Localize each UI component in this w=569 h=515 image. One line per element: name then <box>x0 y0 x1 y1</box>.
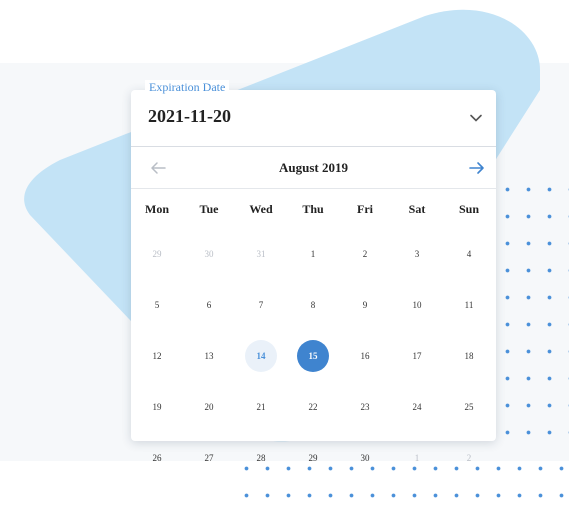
day-number: 13 <box>204 350 214 361</box>
day-cell[interactable]: 16 <box>339 330 391 381</box>
calendar-week-row: 12 13 14 15 16 17 18 <box>131 330 496 381</box>
expiration-date-field[interactable]: Expiration Date 2021-11-20 <box>131 80 496 147</box>
day-cell[interactable]: 17 <box>391 330 443 381</box>
month-title: August 2019 <box>279 160 348 175</box>
day-number: 14 <box>245 339 277 372</box>
day-cell[interactable]: 10 <box>391 279 443 330</box>
day-cell[interactable]: 3 <box>391 228 443 279</box>
day-number: 18 <box>464 350 474 361</box>
date-picker-card: Expiration Date 2021-11-20 August 2019 M… <box>131 80 496 463</box>
weekday-tue: Tue <box>199 201 219 216</box>
day-number: 1 <box>414 452 420 463</box>
day-number: 11 <box>464 299 474 310</box>
day-number: 5 <box>154 299 160 310</box>
day-number: 30 <box>360 452 370 463</box>
day-cell[interactable]: 12 <box>131 330 183 381</box>
day-cell[interactable]: 29 <box>287 432 339 483</box>
month-navigation: August 2019 <box>131 148 496 189</box>
day-number: 29 <box>308 452 318 463</box>
weekday-header-row: Mon Tue Wed Thu Fri Sat Sun <box>131 190 496 228</box>
day-cell[interactable]: 6 <box>183 279 235 330</box>
day-number: 7 <box>258 299 264 310</box>
day-number: 16 <box>360 350 370 361</box>
day-number: 2 <box>362 248 368 259</box>
day-cell[interactable]: 1 <box>391 432 443 483</box>
day-number: 4 <box>466 248 472 259</box>
day-number: 23 <box>360 401 370 412</box>
weekday-fri: Fri <box>357 201 373 216</box>
expiration-date-label: Expiration Date <box>145 80 230 95</box>
weekday-sat: Sat <box>408 201 426 216</box>
day-number: 28 <box>256 452 266 463</box>
day-number: 12 <box>152 350 162 361</box>
day-number: 10 <box>412 299 422 310</box>
day-number: 8 <box>310 299 316 310</box>
day-number: 26 <box>152 452 162 463</box>
day-cell[interactable]: 7 <box>235 279 287 330</box>
day-cell[interactable]: 4 <box>443 228 495 279</box>
day-cell[interactable]: 8 <box>287 279 339 330</box>
day-cell[interactable]: 30 <box>339 432 391 483</box>
day-cell[interactable]: 25 <box>443 381 495 432</box>
day-cell[interactable]: 2 <box>339 228 391 279</box>
weekday-mon: Mon <box>145 201 169 216</box>
arrow-right-icon[interactable] <box>468 160 486 176</box>
day-number: 3 <box>414 248 420 259</box>
day-number: 6 <box>206 299 212 310</box>
day-number: 21 <box>256 401 266 412</box>
day-number: 22 <box>308 401 318 412</box>
day-number: 9 <box>362 299 368 310</box>
day-number: 19 <box>152 401 162 412</box>
weekday-sun: Sun <box>458 201 480 216</box>
day-cell[interactable]: 30 <box>183 228 235 279</box>
day-number: 27 <box>204 452 214 463</box>
day-cell[interactable]: 18 <box>443 330 495 381</box>
day-cell[interactable]: 24 <box>391 381 443 432</box>
calendar-week-row: 19 20 21 22 23 24 25 <box>131 381 496 432</box>
day-number: 2 <box>466 452 472 463</box>
day-cell[interactable]: 31 <box>235 228 287 279</box>
day-cell[interactable]: 28 <box>235 432 287 483</box>
day-number: 30 <box>204 248 214 259</box>
dot-pattern-right <box>497 176 569 456</box>
day-number: 29 <box>152 248 162 259</box>
day-cell-today[interactable]: 14 <box>235 330 287 381</box>
day-number: 25 <box>464 401 474 412</box>
day-cell[interactable]: 9 <box>339 279 391 330</box>
day-cell[interactable]: 26 <box>131 432 183 483</box>
day-number: 1 <box>310 248 316 259</box>
chevron-down-icon[interactable] <box>468 110 484 126</box>
day-cell[interactable]: 23 <box>339 381 391 432</box>
day-number: 17 <box>412 350 422 361</box>
day-number: 15 <box>297 339 329 372</box>
day-cell[interactable]: 21 <box>235 381 287 432</box>
calendar-grid: Mon Tue Wed Thu Fri Sat Sun 29 30 31 1 2 3 4 5 6… <box>131 190 496 483</box>
calendar-week-row: 5 6 7 8 9 10 11 <box>131 279 496 330</box>
day-number: 24 <box>412 401 422 412</box>
day-cell[interactable]: 2 <box>443 432 495 483</box>
weekday-thu: Thu <box>302 201 324 216</box>
day-cell[interactable]: 20 <box>183 381 235 432</box>
day-cell[interactable]: 27 <box>183 432 235 483</box>
expiration-date-value[interactable]: 2021-11-20 <box>148 106 231 127</box>
day-number: 20 <box>204 401 214 412</box>
day-number: 31 <box>256 248 266 259</box>
day-cell-selected[interactable]: 15 <box>287 330 339 381</box>
day-cell[interactable]: 5 <box>131 279 183 330</box>
calendar-week-row: 26 27 28 29 30 1 2 <box>131 432 496 483</box>
day-cell[interactable]: 22 <box>287 381 339 432</box>
day-cell[interactable]: 1 <box>287 228 339 279</box>
day-cell[interactable]: 13 <box>183 330 235 381</box>
calendar-week-row: 29 30 31 1 2 3 4 <box>131 228 496 279</box>
day-cell[interactable]: 11 <box>443 279 495 330</box>
calendar-weeks: 29 30 31 1 2 3 4 5 6 7 8 9 10 11 12 13 14 15 16 17 18 19 20 21 2… <box>131 228 496 483</box>
day-cell[interactable]: 19 <box>131 381 183 432</box>
day-cell[interactable]: 29 <box>131 228 183 279</box>
weekday-wed: Wed <box>249 201 273 216</box>
